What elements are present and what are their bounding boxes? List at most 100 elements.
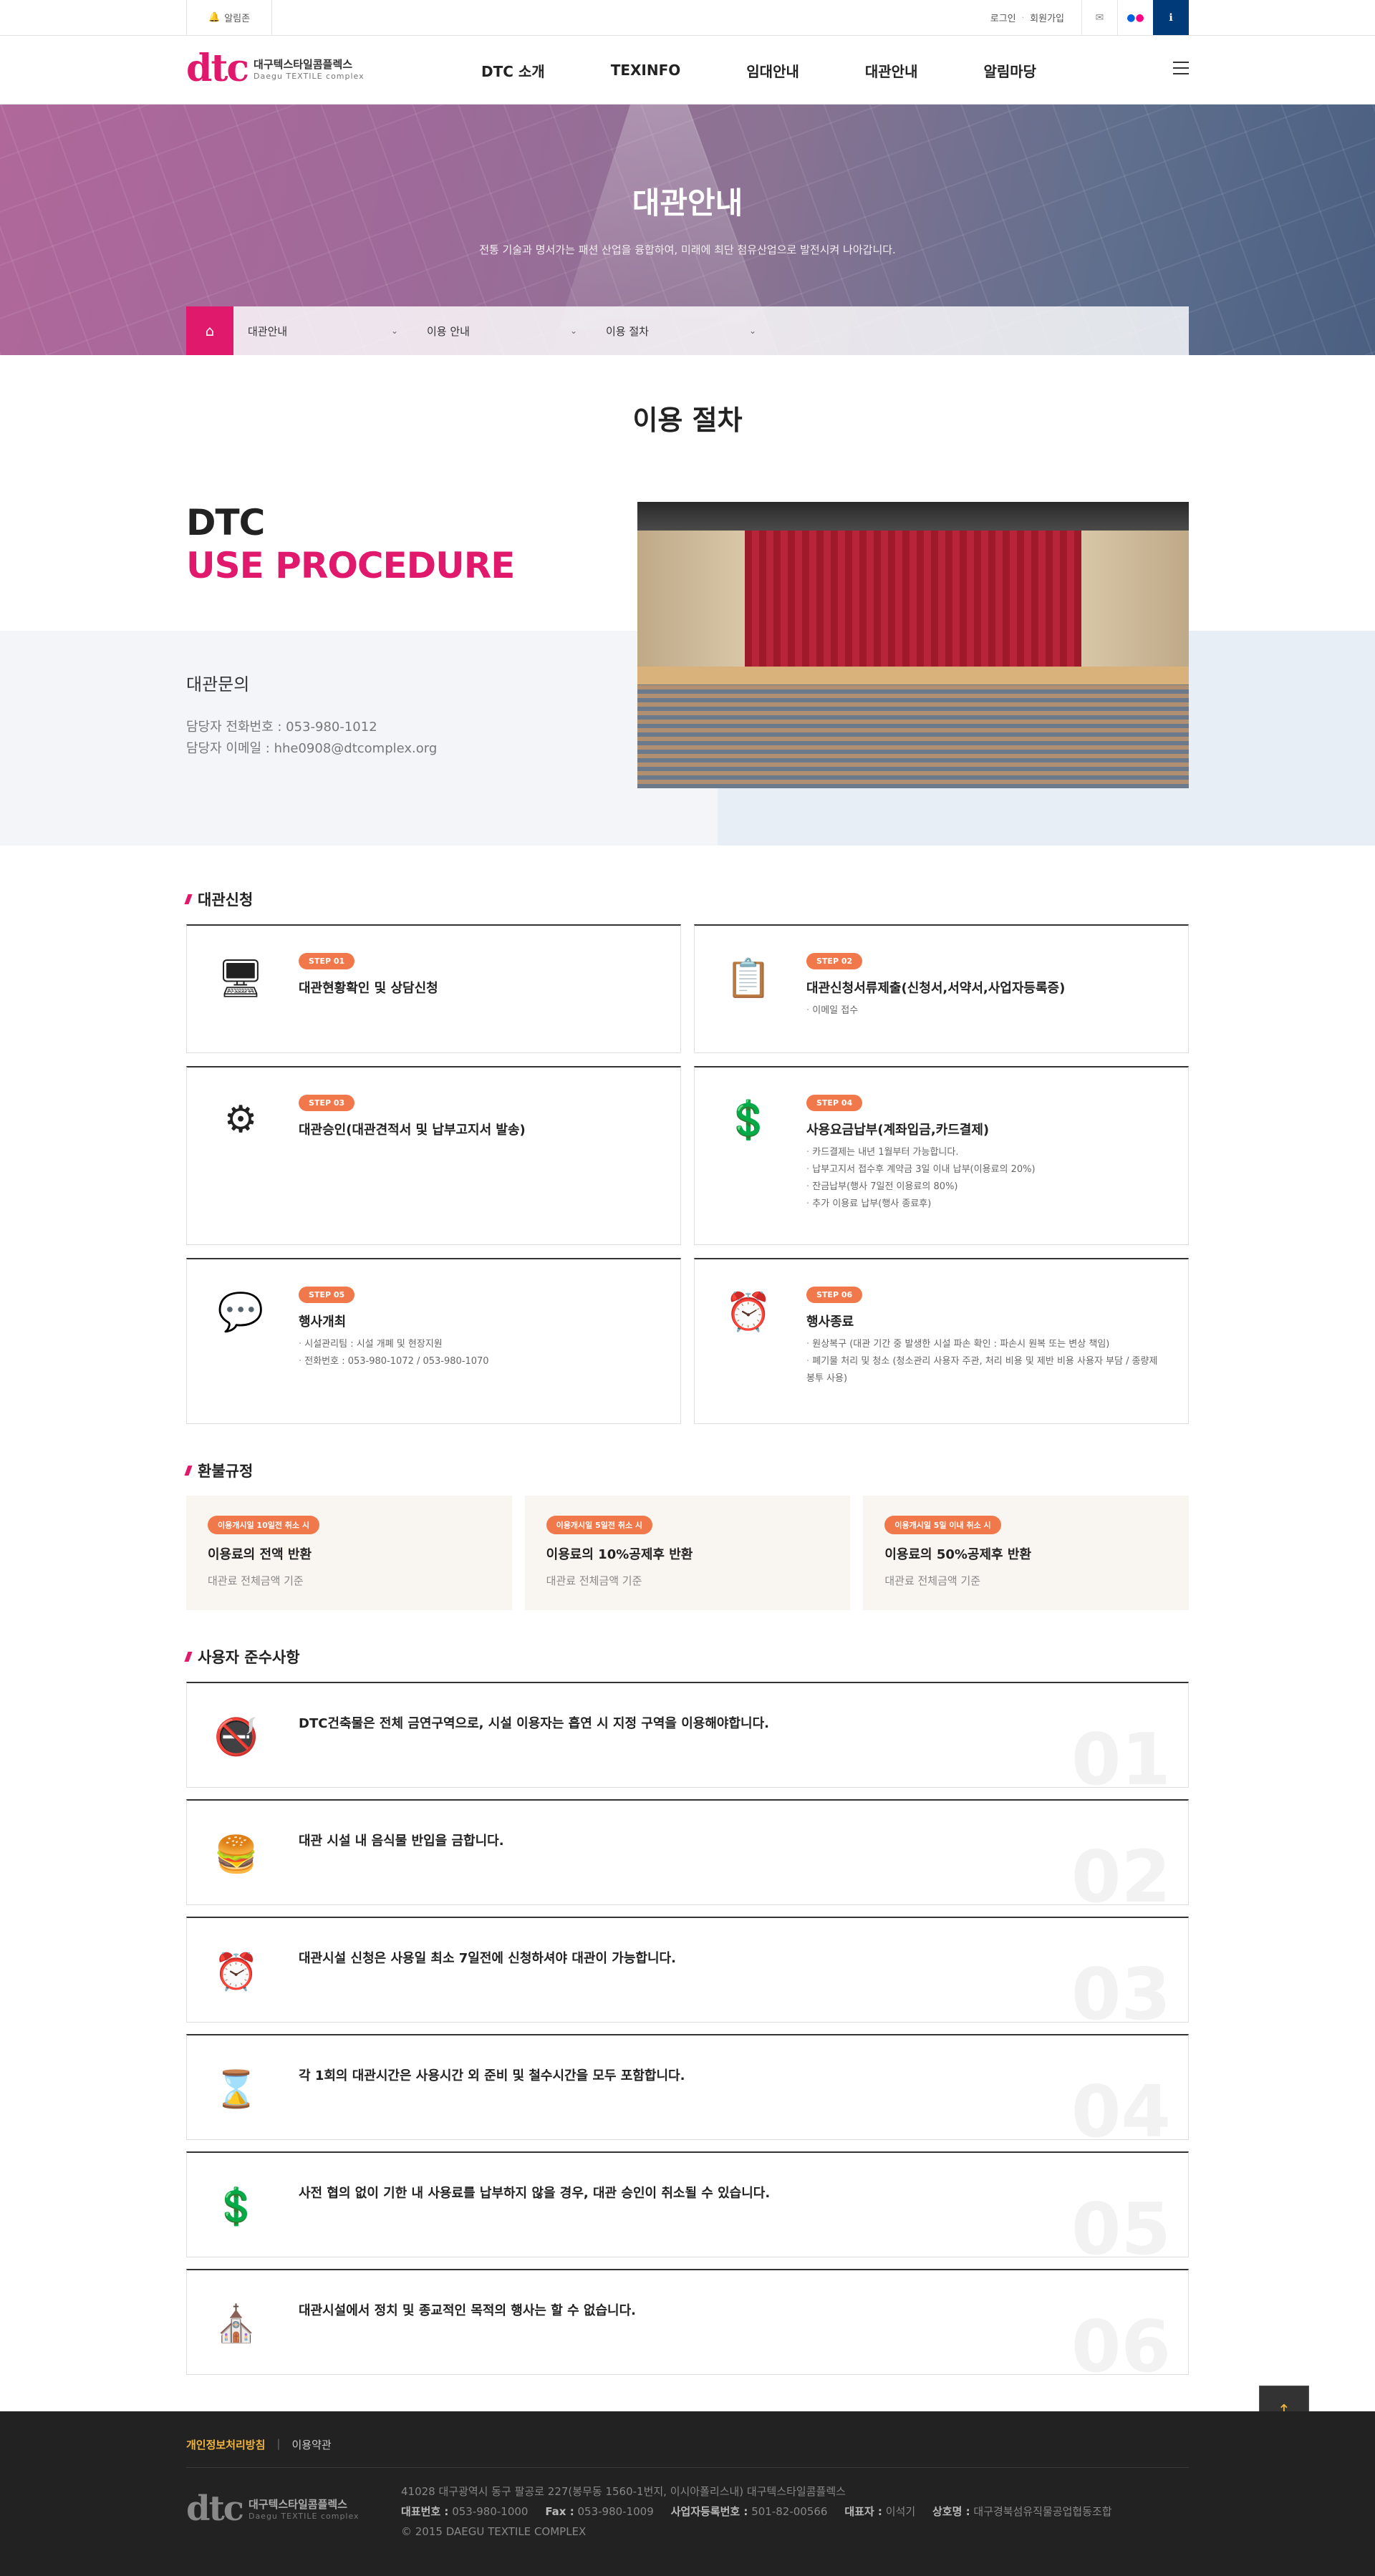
rules-section: 사용자 준수사항 🚭 DTC건축물은 전체 금연구역으로, 시설 이용자는 흡연 …: [184, 1646, 1189, 2375]
breadcrumb-select-2[interactable]: 이용 안내 ⌄: [412, 306, 592, 355]
step-badge: STEP 05: [299, 1287, 355, 1303]
nav-item-texinfo[interactable]: TEXINFO: [611, 62, 681, 79]
step-detail-item: 카드결제는 내년 1월부터 가능합니다.: [806, 1144, 1167, 1161]
monitor-icon: 🖥: [216, 957, 264, 1000]
step-title: 행사개최: [299, 1314, 347, 1330]
chevron-down-icon: ⌄: [569, 326, 577, 336]
church-icon: ⛪: [213, 2303, 259, 2345]
step-title: 사용요금납부(계좌입금,카드결제): [806, 1123, 990, 1138]
rule-number: 01: [1071, 1718, 1171, 1788]
page-title: 이용 절차: [632, 405, 743, 436]
rule-text: 각 1회의 대관시간은 사용시간 외 준비 및 철수시간을 모두 포함합니다.: [299, 2068, 685, 2083]
logo-mark: dtc: [186, 47, 249, 90]
step-details: 카드결제는 내년 1월부터 가능합니다.납부고지서 접수후 계약금 3일 이내 …: [806, 1144, 1167, 1213]
logo-english: Daegu TEXTILE complex: [254, 72, 365, 81]
alarm-zone-link[interactable]: 🔔 알림존: [186, 0, 273, 35]
nav-item-notice[interactable]: 알림마당: [983, 60, 1036, 81]
chevron-down-icon: ⌄: [748, 326, 756, 336]
step-card: 🖥 STEP 01 대관현황확인 및 상담신청: [186, 924, 681, 1053]
step-card: ⏰ STEP 06 행사종료원상복구 (대관 기간 중 발생한 시설 파손 확인 :…: [694, 1258, 1189, 1424]
step-detail-item: 원상복구 (대관 기간 중 발생한 시설 파손 확인 : 파손시 원복 또는 변…: [806, 1336, 1167, 1353]
breadcrumb-label: 대관안내: [248, 324, 288, 338]
refund-subtitle: 대관료 전체금액 기준: [884, 1574, 981, 1587]
rule-number: 03: [1071, 1952, 1171, 2023]
contact-title: 대관문의: [186, 674, 250, 694]
breadcrumb-select-1[interactable]: 대관안내 ⌄: [233, 306, 412, 355]
footer-contacts: 대표번호 : 053-980-1000 Fax : 053-980-1009 사…: [401, 2505, 1112, 2518]
refund-box: 이용개시일 5일전 취소 시이용료의 10%공제후 반환대관료 전체금액 기준: [524, 1496, 851, 1610]
refund-title: 이용료의 10%공제후 반환: [546, 1547, 693, 1562]
chevron-down-icon: ⌄: [390, 326, 398, 336]
main-nav: DTC 소개 TEXINFO 임대안내 대관안내 알림마당: [481, 36, 1102, 105]
nav-item-lease[interactable]: 임대안내: [746, 60, 799, 81]
step-details: 시설관리팀 : 시설 개폐 및 현장지원전화번호 : 053-980-1072 …: [299, 1336, 659, 1370]
apply-section: 대관신청 🖥 STEP 01 대관현황확인 및 상담신청 📋 STEP 02 대관신청서류…: [184, 888, 1189, 1424]
refund-section: 환불규정 이용개시일 10일전 취소 시 이용료의 전액 반환 대관료 전체금액 기…: [184, 1460, 1190, 1610]
rule-item: 🚭 DTC건축물은 전체 금연구역으로, 시설 이용자는 흡연 시 지정 구역을 …: [186, 1682, 1189, 1788]
rule-item: 💲 사전 협의 없이 기한 내 사용료를 납부하지 않을 경우, 대관 승인이 취…: [186, 2151, 1189, 2257]
nav-item-rental[interactable]: 대관안내: [865, 60, 918, 81]
breadcrumb: ⌂ 대관안내 ⌄ 이용 안내 ⌄ 이용 절차 ⌄: [186, 306, 1189, 355]
event-icon: 💬: [217, 1290, 264, 1334]
refund-subtitle: 대관료 전체금액 기준: [546, 1574, 642, 1587]
footer-copyright: © 2015 DAEGU TEXTILE COMPLEX: [401, 2525, 587, 2538]
hero-title: 대관안내: [632, 185, 743, 221]
footer-address: 41028 대구광역시 동구 팔공로 227(봉무동 1560-1번지, 이시아…: [401, 2485, 846, 2498]
step-badge: STEP 01: [299, 953, 355, 969]
main-header: dtc 대구텍스타일콤플렉스 Daegu TEXTILE complex DTC…: [0, 36, 1375, 105]
concert-hall-photo: [637, 502, 1189, 788]
refund-badge: 이용개시일 5일 이내 취소 시: [884, 1516, 1001, 1534]
rule-item: 🍔 대관 시설 내 음식물 반입을 금합니다. 02: [186, 1799, 1189, 1905]
rule-text: 대관시설에서 정치 및 종교적인 목적의 행사는 할 수 없습니다.: [299, 2303, 636, 2318]
site-logo[interactable]: dtc 대구텍스타일콤플렉스 Daegu TEXTILE complex: [186, 50, 365, 87]
rule-number: 04: [1071, 2070, 1171, 2140]
privacy-policy-link[interactable]: 개인정보처리방침: [186, 2437, 265, 2452]
step-badge: STEP 04: [806, 1095, 863, 1111]
refund-subtitle: 대관료 전체금액 기준: [208, 1574, 304, 1587]
intro-heading-dtc: DTC: [186, 502, 265, 543]
step-detail-item: 추가 이용료 납부(행사 종료후): [806, 1196, 1167, 1213]
step-detail-item: 전화번호 : 053-980-1072 / 053-980-1070: [299, 1353, 659, 1370]
intro-heading-procedure: USE PROCEDURE: [186, 545, 515, 586]
refund-title: 이용료의 50%공제후 반환: [884, 1547, 1031, 1562]
payment-hand-icon: 💲: [213, 2185, 259, 2227]
menu-icon[interactable]: [1173, 62, 1189, 74]
nav-item-dtc[interactable]: DTC 소개: [481, 60, 545, 81]
step-card: ⚙ STEP 03 대관승인(대관견적서 및 납부고지서 발송): [186, 1066, 681, 1245]
refund-heading: 환불규정: [198, 1463, 254, 1480]
rule-item: ⏰ 대관시설 신청은 사용일 최소 7일전에 신청하셔야 대관이 가능합니다. 03: [186, 1917, 1189, 2023]
footer-info: 41028 대구광역시 동구 팔공로 227(봉무동 1560-1번지, 이시아…: [401, 2481, 1112, 2542]
clock-icon: ⏰: [213, 1950, 259, 1992]
intro-section: DTC USE PROCEDURE 대관문의 담당자 전화번호 : 053-98…: [0, 502, 1375, 846]
rule-text: 대관 시설 내 음식물 반입을 금합니다.: [299, 1834, 504, 1849]
separator: |: [276, 2437, 281, 2450]
document-icon: 📋: [725, 957, 772, 1000]
refund-box: 이용개시일 5일 이내 취소 시이용료의 50%공제후 반환대관료 전체금액 기…: [863, 1496, 1190, 1610]
logo-korean: 대구텍스타일콤플렉스: [254, 58, 353, 71]
hero-banner: 대관안내 전통 기술과 명서가는 패션 산업을 융합하여, 미래에 최단 첨유산…: [0, 105, 1375, 355]
breadcrumb-select-3[interactable]: 이용 절차 ⌄: [592, 306, 771, 355]
clock-icon: ⏰: [725, 1290, 772, 1334]
section-marker: [184, 894, 193, 904]
rule-text: 사전 협의 없이 기한 내 사용료를 납부하지 않을 경우, 대관 승인이 취소…: [299, 2186, 771, 2201]
terms-link[interactable]: 이용약관: [291, 2437, 331, 2452]
login-link[interactable]: 로그인: [985, 11, 1022, 24]
step-details: 원상복구 (대관 기간 중 발생한 시설 파손 확인 : 파손시 원복 또는 변…: [806, 1336, 1167, 1388]
breadcrumb-label: 이용 절차: [606, 324, 649, 338]
home-icon[interactable]: ⌂: [186, 306, 233, 355]
join-link[interactable]: 회원가입: [1024, 11, 1070, 24]
footer-logo: dtc 대구텍스타일콤플렉스 Daegu TEXTILE complex: [186, 2492, 360, 2526]
rule-item: ⌛ 각 1회의 대관시간은 사용시간 외 준비 및 철수시간을 모두 포함합니다.…: [186, 2034, 1189, 2140]
step-badge: STEP 03: [299, 1095, 355, 1111]
section-marker: [184, 1466, 193, 1476]
rule-item: ⛪ 대관시설에서 정치 및 종교적인 목적의 행사는 할 수 없습니다. 06: [186, 2269, 1189, 2375]
refund-badge: 이용개시일 5일전 취소 시: [546, 1516, 653, 1534]
payment-hand-icon: 💲: [725, 1098, 772, 1142]
footer-logo-korean: 대구텍스타일콤플렉스: [248, 2498, 347, 2511]
footer-logo-english: Daegu TEXTILE complex: [248, 2512, 360, 2521]
step-card: 💬 STEP 05 행사개최시설관리팀 : 시설 개폐 및 현장지원전화번호 : 0…: [186, 1258, 681, 1424]
flickr-icon[interactable]: ● ●: [1117, 0, 1153, 35]
mail-icon[interactable]: ✉: [1081, 0, 1117, 35]
step-detail-item: 납부고지서 접수후 계약금 3일 이내 납부(이용료의 20%): [806, 1161, 1167, 1178]
info-icon[interactable]: ℹ: [1153, 0, 1189, 35]
